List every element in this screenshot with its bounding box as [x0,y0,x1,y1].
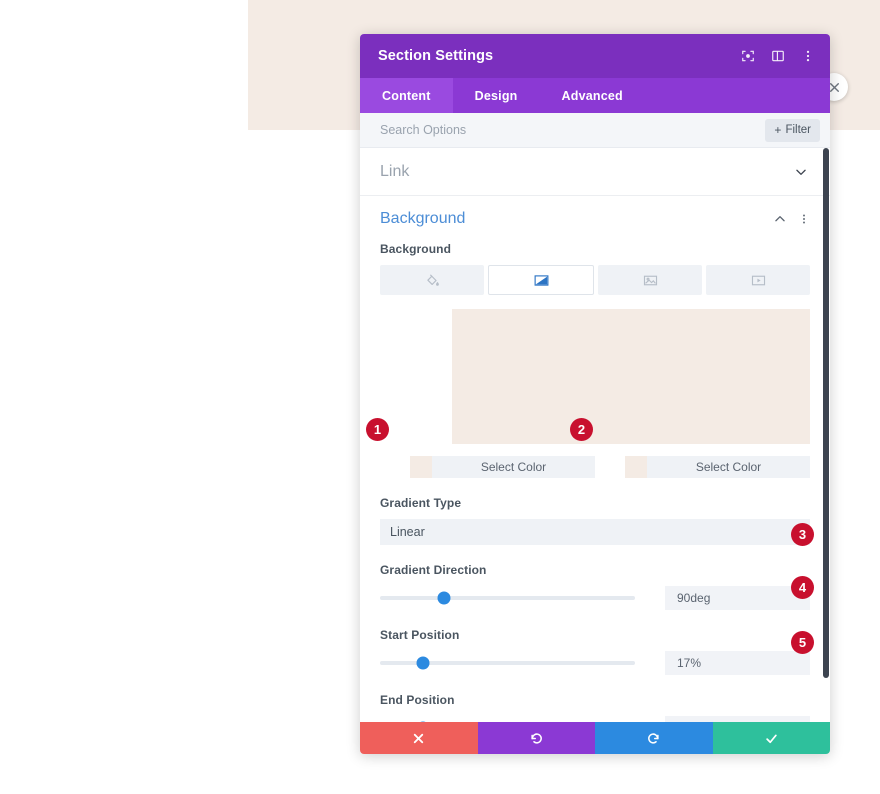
scrollbar-thumb[interactable] [823,148,829,678]
link-section-toggle[interactable]: Link [360,148,830,196]
chevron-down-icon [796,169,806,175]
gradient-direction-field: Gradient Direction 90deg [360,545,830,610]
focus-icon[interactable] [740,48,756,64]
paint-bucket-icon [426,273,439,286]
x-icon [414,733,424,743]
annotation-badge-5: 5 [791,631,814,654]
undo-icon [531,732,542,744]
page-title: Section Settings [378,48,494,64]
start-position-value[interactable]: 17% [665,651,810,675]
gradient-type-label: Gradient Type [380,496,462,510]
slider-handle[interactable] [416,656,430,670]
start-position-field: Start Position 17% [360,610,830,675]
modal-tab-bar: Content Design Advanced [360,78,830,113]
section-settings-modal: Section Settings Content Design Advanced… [360,34,830,754]
save-button[interactable] [712,722,830,754]
link-section-label: Link [380,162,410,180]
slider-handle[interactable] [437,591,451,605]
annotation-badge-4: 4 [791,576,814,599]
layout-panel-icon[interactable] [770,48,786,64]
gradient-direction-value[interactable]: 90deg [665,586,810,610]
start-position-slider[interactable] [380,656,635,670]
gradient-type-field: Gradient Type Linear ▲▼ [360,478,830,545]
image-icon [643,275,657,285]
more-vertical-icon[interactable] [798,212,810,226]
filter-button[interactable]: + Filter [765,118,820,142]
gradient-color-row: Select Color Select Color [360,444,830,478]
modal-header: Section Settings [360,34,830,78]
modal-scrollbar[interactable] [823,148,829,722]
redo-button[interactable] [595,722,713,754]
modal-body: Link Background Background Select Color … [360,148,830,722]
start-position-label: Start Position [380,628,460,642]
start-position-row: 17% [360,651,830,675]
background-section-icons [773,212,810,226]
gradient-icon [534,274,548,286]
header-icon-group [740,48,816,64]
filter-label: Filter [785,124,811,136]
gradient-direction-row: 90deg [360,586,830,610]
tab-design[interactable]: Design [453,78,540,113]
plus-icon: + [774,123,782,137]
end-position-field: End Position 17% [360,675,830,722]
background-section-header[interactable]: Background [360,196,830,242]
background-gradient-tab[interactable] [488,265,594,295]
background-video-tab[interactable] [706,265,810,295]
gradient-type-value: Linear [390,525,425,539]
tab-content[interactable]: Content [360,78,453,113]
tab-advanced[interactable]: Advanced [540,78,645,113]
annotation-badge-3: 3 [791,523,814,546]
undo-button[interactable] [477,722,595,754]
gradient-type-select[interactable]: Linear ▲▼ [380,519,810,545]
slider-handle[interactable] [416,721,430,722]
background-image-tab[interactable] [598,265,702,295]
search-input[interactable] [380,123,766,137]
select-color-button-left[interactable]: Select Color [432,456,595,478]
chevron-up-icon[interactable] [773,212,787,226]
gradient-color-swatch-left[interactable] [410,456,432,478]
more-vertical-icon[interactable] [800,48,816,64]
modal-action-bar [360,722,830,754]
annotation-badge-1: 1 [366,418,389,441]
background-section-title: Background [380,210,466,227]
background-color-tab[interactable] [380,265,484,295]
gradient-color-swatch-right[interactable] [625,456,647,478]
gradient-direction-label: Gradient Direction [380,563,487,577]
check-icon [766,734,777,743]
search-row: + Filter [360,113,830,148]
background-field-label: Background [380,242,452,256]
gradient-preview [452,309,810,444]
gradient-direction-slider[interactable] [380,591,635,605]
end-position-value[interactable]: 17% [665,716,810,722]
select-color-button-right[interactable]: Select Color [647,456,810,478]
annotation-badge-2: 2 [570,418,593,441]
background-type-tabs [360,265,830,295]
gradient-preview-wrap [360,295,830,444]
cancel-button[interactable] [360,722,478,754]
redo-icon [648,732,659,744]
end-position-row: 17% [360,716,830,722]
video-icon [751,275,765,285]
end-position-label: End Position [380,693,455,707]
